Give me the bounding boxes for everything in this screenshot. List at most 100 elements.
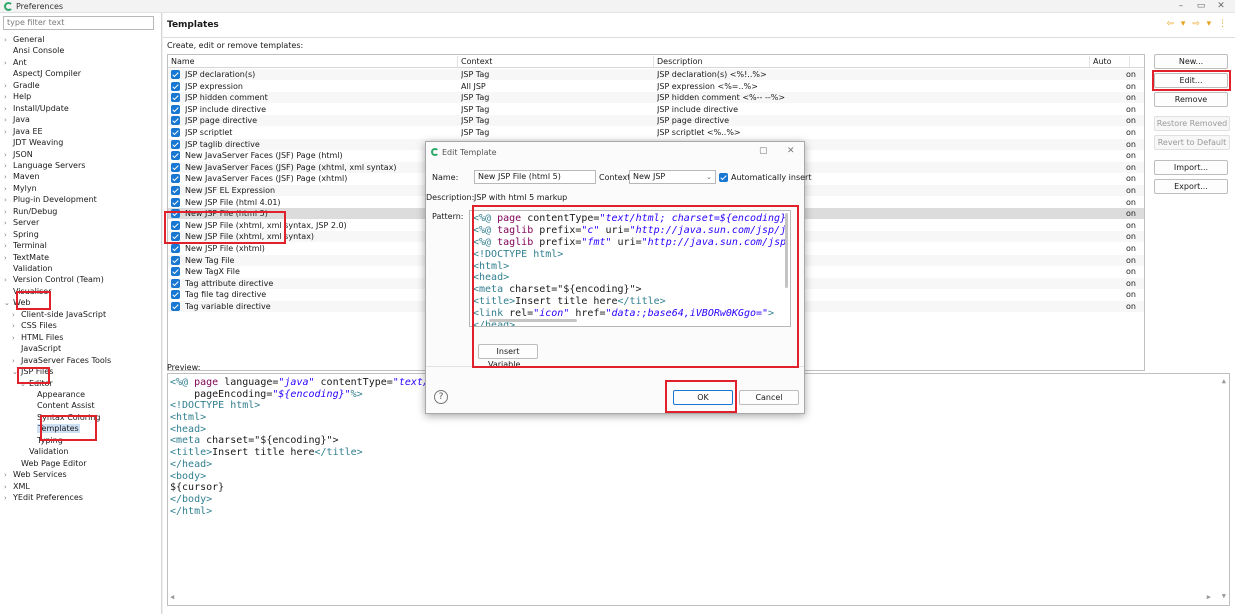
scroll-up-icon[interactable]: ▲ (1222, 376, 1226, 388)
tree-item[interactable]: Validation (4, 263, 53, 274)
dialog-close-icon[interactable]: ✕ (787, 146, 795, 156)
restore-icon[interactable]: ▭ (1191, 0, 1211, 13)
enabled-checkbox[interactable] (171, 162, 180, 172)
new-button[interactable]: New... (1154, 54, 1228, 69)
tree-item[interactable]: › CSS Files (12, 320, 57, 331)
chevron-right-icon[interactable]: › (4, 253, 13, 264)
tree-item[interactable]: › Mylyn (4, 183, 37, 194)
chevron-right-icon[interactable]: › (4, 470, 13, 481)
tree-item[interactable]: Web Page Editor (12, 458, 87, 469)
chevron-right-icon[interactable]: › (4, 115, 13, 126)
tree-item[interactable]: › Ant (4, 57, 27, 68)
tree-item[interactable]: › Spring (4, 229, 39, 240)
tree-item[interactable]: › TextMate (4, 252, 49, 263)
dialog-maximize-icon[interactable]: ▢ (759, 146, 768, 156)
enabled-checkbox[interactable] (171, 70, 180, 79)
tree-item[interactable]: JavaScript (12, 343, 61, 354)
tree-item[interactable]: › Web Services (4, 469, 67, 480)
chevron-right-icon[interactable]: › (4, 218, 13, 229)
tree-item[interactable]: › Install/Update (4, 103, 69, 114)
tree-item[interactable]: Validation (20, 446, 69, 457)
enabled-checkbox[interactable] (171, 93, 180, 103)
enabled-checkbox[interactable] (171, 290, 180, 300)
table-row[interactable]: JSP expression All JSP JSP expression <%=.… (168, 80, 1144, 92)
chevron-right-icon[interactable]: › (4, 275, 13, 286)
enabled-checkbox[interactable] (171, 278, 180, 288)
tree-item[interactable]: › Version Control (Team) (4, 274, 104, 285)
tree-item[interactable]: Appearance (28, 389, 85, 400)
enabled-checkbox[interactable] (171, 174, 180, 184)
table-row[interactable]: JSP scriptlet JSP Tag JSP scriptlet <%..%>… (168, 127, 1144, 138)
column-context[interactable]: Context (458, 56, 654, 67)
enabled-checkbox[interactable] (171, 244, 180, 253)
enabled-checkbox[interactable] (171, 267, 180, 277)
history-nav-icons[interactable]: ⇦ ▾ ⇨ ▾ ⋮ (1166, 19, 1229, 29)
chevron-right-icon[interactable]: › (4, 482, 13, 493)
remove-button[interactable]: Remove (1154, 92, 1228, 107)
scroll-left-icon[interactable]: ◀ (170, 592, 174, 604)
chevron-right-icon[interactable]: › (4, 104, 13, 115)
import-button[interactable]: Import... (1154, 160, 1228, 175)
tree-item[interactable]: › Run/Debug (4, 206, 57, 217)
export-button[interactable]: Export... (1154, 179, 1228, 194)
chevron-right-icon[interactable]: › (12, 356, 21, 367)
chevron-right-icon[interactable]: › (4, 35, 13, 46)
enabled-checkbox[interactable] (171, 197, 180, 207)
tree-item[interactable]: › Help (4, 91, 31, 102)
enabled-checkbox[interactable] (171, 255, 180, 265)
tree-item[interactable]: › Maven (4, 171, 40, 182)
tree-item[interactable]: JDT Weaving (4, 137, 63, 148)
tree-item[interactable]: › General (4, 34, 45, 45)
tree-item[interactable]: › Java (4, 114, 30, 125)
scroll-down-icon[interactable]: ▼ (1222, 591, 1226, 603)
close-icon[interactable]: ✕ (1211, 0, 1231, 13)
chevron-right-icon[interactable]: › (4, 81, 13, 92)
chevron-right-icon[interactable]: › (4, 172, 13, 183)
tree-item[interactable]: › Java EE (4, 126, 43, 137)
enabled-checkbox[interactable] (171, 302, 180, 311)
enabled-checkbox[interactable] (171, 186, 180, 195)
tree-item[interactable]: › HTML Files (12, 332, 63, 343)
enabled-checkbox[interactable] (171, 139, 180, 149)
context-select[interactable]: New JSP ⌄ (629, 170, 716, 184)
tree-item[interactable]: › Plug-in Development (4, 194, 97, 205)
table-row[interactable]: JSP include directive JSP Tag JSP include … (168, 103, 1144, 115)
tree-item[interactable]: › Client-side JavaScript (12, 309, 106, 320)
chevron-right-icon[interactable]: › (12, 310, 21, 321)
chevron-right-icon[interactable]: › (4, 127, 13, 138)
minimize-icon[interactable]: – (1171, 0, 1191, 13)
tree-item[interactable]: › XML (4, 481, 30, 492)
tree-item[interactable]: Ansi Console (4, 45, 64, 56)
description-field[interactable]: JSP with html 5 markup (474, 193, 567, 202)
restore-removed-button[interactable]: Restore Removed (1154, 116, 1230, 131)
column-description[interactable]: Description (654, 56, 1090, 67)
chevron-right-icon[interactable]: › (4, 150, 13, 161)
chevron-right-icon[interactable]: › (4, 230, 13, 241)
column-name[interactable]: Name (168, 56, 458, 67)
auto-insert-checkbox[interactable] (719, 173, 728, 182)
enabled-checkbox[interactable] (171, 116, 180, 126)
chevron-right-icon[interactable]: › (12, 321, 21, 332)
chevron-right-icon[interactable]: › (4, 161, 13, 172)
tree-item[interactable]: › JSON (4, 149, 33, 160)
column-auto-insert[interactable]: Auto Ins... (1090, 56, 1130, 77)
chevron-right-icon[interactable]: › (4, 493, 13, 504)
enabled-checkbox[interactable] (171, 151, 180, 161)
chevron-right-icon[interactable]: › (12, 333, 21, 344)
chevron-right-icon[interactable]: › (4, 184, 13, 195)
cancel-button[interactable]: Cancel (739, 390, 799, 405)
tree-item[interactable]: › Terminal (4, 240, 47, 251)
enabled-checkbox[interactable] (171, 128, 180, 137)
tree-item[interactable]: Content Assist (28, 400, 95, 411)
tree-item[interactable]: › Language Servers (4, 160, 85, 171)
tree-item[interactable]: AspectJ Compiler (4, 68, 81, 79)
table-row[interactable]: JSP hidden comment JSP Tag JSP hidden comm… (168, 92, 1144, 104)
tree-item[interactable]: › Server (4, 217, 39, 228)
tree-item[interactable]: › JavaServer Faces Tools (12, 355, 111, 366)
chevron-right-icon[interactable]: › (4, 207, 13, 218)
table-row[interactable]: JSP declaration(s) JSP Tag JSP declaration… (168, 69, 1144, 80)
chevron-right-icon[interactable]: › (4, 92, 13, 103)
name-field[interactable]: New JSP File (html 5) (474, 170, 596, 184)
revert-to-default-button[interactable]: Revert to Default (1154, 135, 1230, 150)
table-row[interactable]: JSP page directive JSP Tag JSP page direct… (168, 115, 1144, 127)
